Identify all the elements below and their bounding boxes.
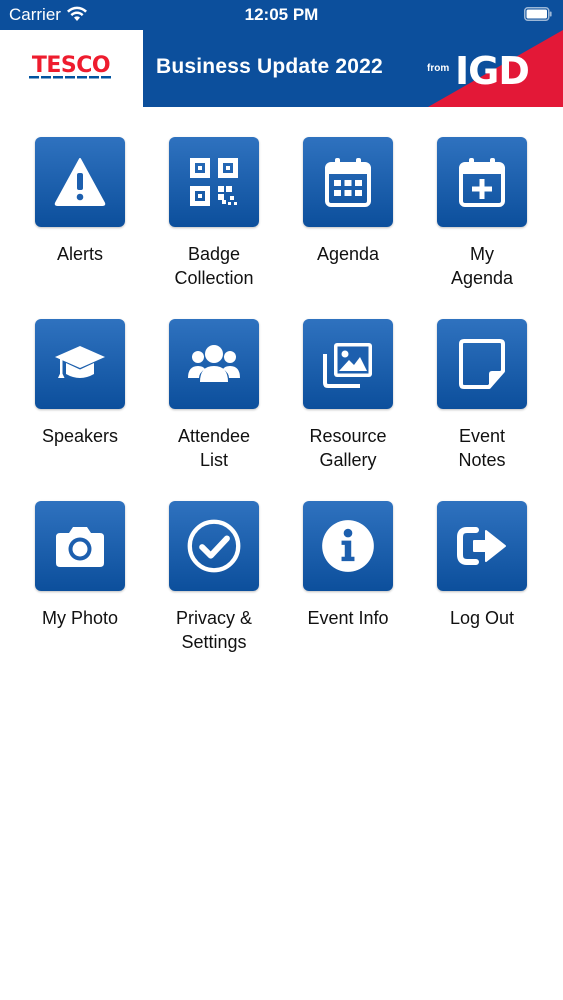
tile-my-photo[interactable]: My Photo	[13, 501, 147, 681]
banner-logo-panel: TESCO	[0, 30, 143, 107]
tile-icon-box	[169, 501, 259, 591]
tile-icon-box	[437, 319, 527, 409]
tile-icon-box	[303, 501, 393, 591]
status-bar: Carrier 12:05 PM	[0, 0, 563, 30]
tile-label: Privacy & Settings	[175, 608, 253, 652]
tile-label: Alerts	[56, 244, 103, 264]
check-circle-icon	[187, 519, 241, 573]
camera-icon	[56, 527, 104, 567]
tile-event-info[interactable]: Event Info	[281, 501, 415, 681]
graduation-cap-icon	[55, 346, 105, 378]
tile-label: Resource Gallery	[309, 426, 387, 470]
banner-from-label: from	[427, 63, 450, 74]
tile-icon-box	[169, 319, 259, 409]
tile-icon-box	[437, 501, 527, 591]
battery-icon	[524, 7, 552, 21]
tile-my-agenda[interactable]: My Agenda	[415, 137, 549, 317]
tile-icon-box	[35, 137, 125, 227]
sign-out-icon	[457, 527, 506, 565]
tile-log-out[interactable]: Log Out	[415, 501, 549, 681]
warning-icon	[54, 158, 106, 206]
calendar-icon	[325, 158, 371, 207]
tile-label: Event Info	[307, 608, 389, 628]
tile-label: Event Notes	[458, 426, 506, 470]
tile-agenda[interactable]: Agenda	[281, 137, 415, 317]
igd-logo: IGD	[455, 49, 530, 93]
tile-label: Badge Collection	[174, 244, 254, 288]
tile-icon-box	[437, 137, 527, 227]
users-icon	[188, 345, 240, 382]
tile-label: My Photo	[41, 608, 119, 628]
clock-label: 12:05 PM	[244, 5, 319, 24]
images-icon	[323, 343, 372, 388]
tile-label: Agenda	[316, 244, 380, 264]
tile-label: My Agenda	[450, 244, 514, 288]
sticky-note-icon	[459, 339, 505, 389]
tile-attendee-list[interactable]: Attendee List	[147, 319, 281, 499]
info-icon	[322, 520, 374, 572]
tile-icon-box	[303, 137, 393, 227]
tile-event-notes[interactable]: Event Notes	[415, 319, 549, 499]
tile-badge-collection[interactable]: Badge Collection	[147, 137, 281, 317]
calendar-plus-icon	[459, 158, 505, 207]
tile-label: Attendee List	[177, 426, 251, 470]
qr-code-icon	[190, 158, 238, 206]
tile-icon-box	[35, 501, 125, 591]
tile-icon-box	[169, 137, 259, 227]
tile-icon-box	[303, 319, 393, 409]
event-banner: TESCO Business Update 2022 from IGD	[0, 30, 563, 107]
tesco-logo: TESCO	[29, 53, 111, 79]
tile-label: Log Out	[449, 608, 515, 628]
tile-resource-gallery[interactable]: Resource Gallery	[281, 319, 415, 499]
banner-title-panel: Business Update 2022 from IGD	[143, 30, 563, 107]
tile-alerts[interactable]: Alerts	[13, 137, 147, 317]
tile-speakers[interactable]: Speakers	[13, 319, 147, 499]
tile-label: Speakers	[41, 426, 119, 446]
svg-text:TESCO: TESCO	[32, 53, 110, 78]
tile-privacy-settings[interactable]: Privacy & Settings	[147, 501, 281, 681]
tile-icon-box	[35, 319, 125, 409]
banner-title: Business Update 2022	[156, 55, 383, 78]
